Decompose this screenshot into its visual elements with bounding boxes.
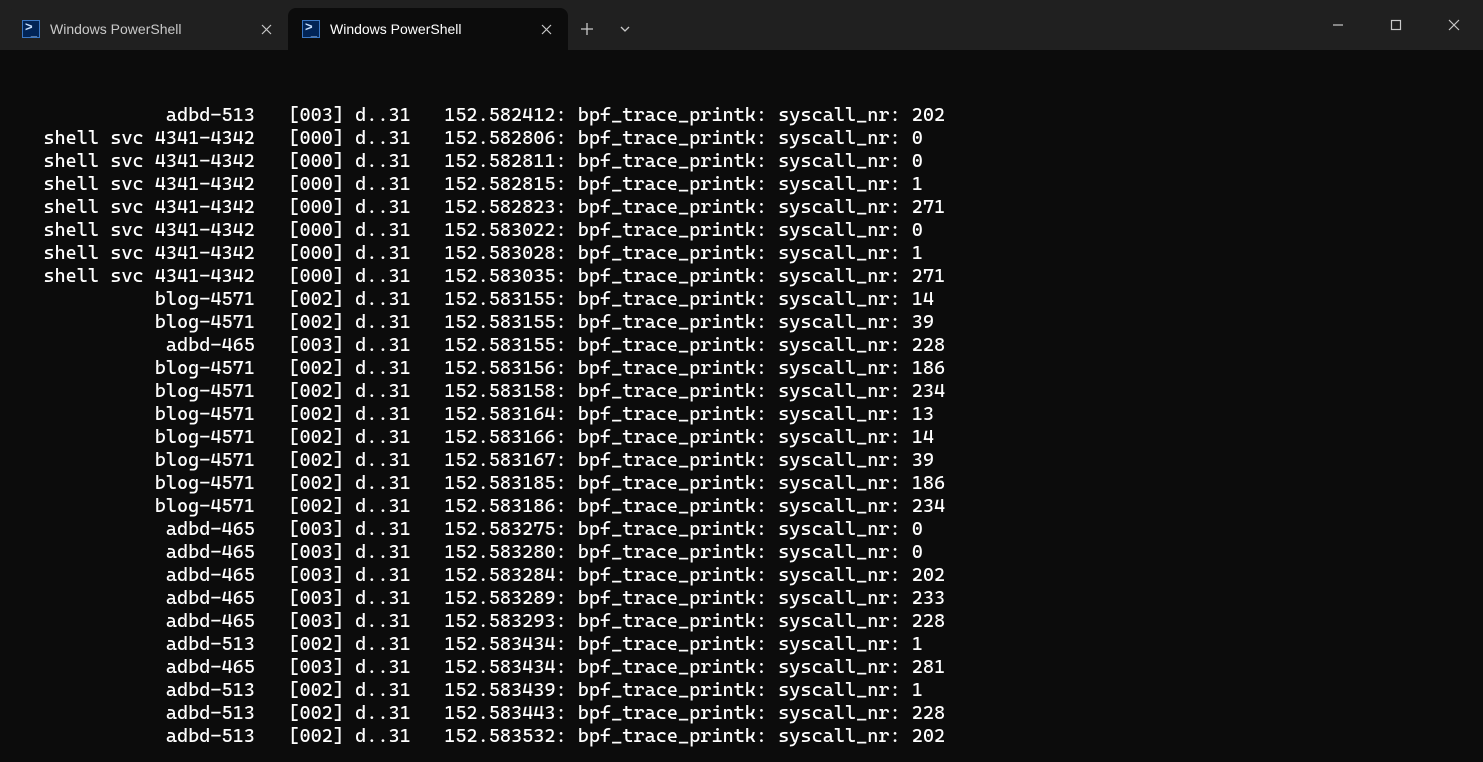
trace-line: adbd-465 [003] d..31 152.583434: bpf_tra… [10, 656, 1473, 679]
trace-line: blog-4571 [002] d..31 152.583186: bpf_tr… [10, 495, 1473, 518]
trace-line: shell svc 4341-4342 [000] d..31 152.5828… [10, 150, 1473, 173]
trace-line: blog-4571 [002] d..31 152.583158: bpf_tr… [10, 380, 1473, 403]
trace-line: shell svc 4341-4342 [000] d..31 152.5828… [10, 127, 1473, 150]
powershell-icon [302, 20, 320, 38]
trace-line: adbd-465 [003] d..31 152.583289: bpf_tra… [10, 587, 1473, 610]
close-icon[interactable] [536, 19, 556, 39]
title-bar: Windows PowerShell Windows PowerShell [0, 0, 1483, 50]
trace-line: shell svc 4341-4342 [000] d..31 152.5830… [10, 242, 1473, 265]
trace-line: shell svc 4341-4342 [000] d..31 152.5830… [10, 219, 1473, 242]
trace-line: adbd-465 [003] d..31 152.583275: bpf_tra… [10, 518, 1473, 541]
trace-line: blog-4571 [002] d..31 152.583155: bpf_tr… [10, 311, 1473, 334]
trace-line: adbd-465 [003] d..31 152.583280: bpf_tra… [10, 541, 1473, 564]
tab-label: Windows PowerShell [50, 21, 182, 37]
new-tab-button[interactable] [568, 8, 606, 50]
trace-line: adbd-513 [003] d..31 152.582412: bpf_tra… [10, 104, 1473, 127]
window-controls [1309, 0, 1483, 50]
trace-line: blog-4571 [002] d..31 152.583185: bpf_tr… [10, 472, 1473, 495]
trace-line: blog-4571 [002] d..31 152.583164: bpf_tr… [10, 403, 1473, 426]
terminal-output[interactable]: adbd-513 [003] d..31 152.582412: bpf_tra… [0, 50, 1483, 762]
trace-line: blog-4571 [002] d..31 152.583167: bpf_tr… [10, 449, 1473, 472]
maximize-button[interactable] [1367, 0, 1425, 50]
tab-dropdown-button[interactable] [606, 8, 644, 50]
trace-line: shell svc 4341-4342 [000] d..31 152.5828… [10, 196, 1473, 219]
trace-line: adbd-513 [002] d..31 152.583443: bpf_tra… [10, 702, 1473, 725]
trace-line: adbd-465 [003] d..31 152.583284: bpf_tra… [10, 564, 1473, 587]
trace-line: adbd-513 [002] d..31 152.583439: bpf_tra… [10, 679, 1473, 702]
tab-powershell-1[interactable]: Windows PowerShell [8, 8, 288, 50]
tab-label: Windows PowerShell [330, 21, 462, 37]
trace-line: adbd-513 [002] d..31 152.583434: bpf_tra… [10, 633, 1473, 656]
trace-line: adbd-513 [002] d..31 152.583532: bpf_tra… [10, 725, 1473, 748]
close-window-button[interactable] [1425, 0, 1483, 50]
close-icon[interactable] [256, 19, 276, 39]
trace-line: shell svc 4341-4342 [000] d..31 152.5830… [10, 265, 1473, 288]
powershell-icon [22, 20, 40, 38]
trace-line: adbd-465 [003] d..31 152.583293: bpf_tra… [10, 610, 1473, 633]
minimize-button[interactable] [1309, 0, 1367, 50]
trace-line: blog-4571 [002] d..31 152.583156: bpf_tr… [10, 357, 1473, 380]
tab-powershell-2[interactable]: Windows PowerShell [288, 8, 568, 50]
trace-line: blog-4571 [002] d..31 152.583166: bpf_tr… [10, 426, 1473, 449]
trace-line: blog-4571 [002] d..31 152.583155: bpf_tr… [10, 288, 1473, 311]
trace-line: adbd-465 [003] d..31 152.583155: bpf_tra… [10, 334, 1473, 357]
trace-line: shell svc 4341-4342 [000] d..31 152.5828… [10, 173, 1473, 196]
